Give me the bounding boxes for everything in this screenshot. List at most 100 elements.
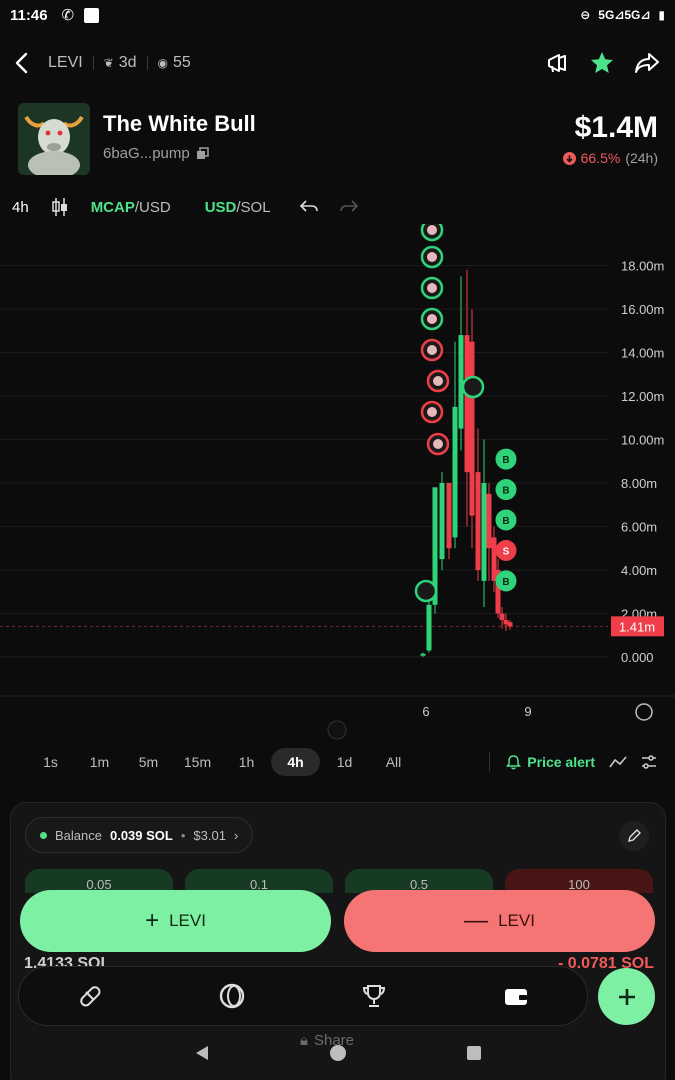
balance-pill[interactable]: Balance 0.039 SOL • $3.01 ›: [25, 817, 254, 853]
chart-settings-icon[interactable]: [635, 703, 653, 721]
bullet: •: [180, 827, 186, 843]
change-period: (24h): [625, 150, 658, 166]
eye-icon: ◉: [157, 56, 169, 70]
timeframe-4h[interactable]: 4h: [271, 748, 320, 776]
wallet-icon[interactable]: [502, 982, 530, 1010]
candle-body: [469, 341, 475, 516]
sprout-icon: ❦: [103, 56, 114, 70]
marker-label: B: [502, 577, 509, 588]
candle-body: [458, 335, 464, 429]
usd-active-label: USD: [204, 198, 237, 216]
candle-body: [464, 335, 470, 473]
interval-selector[interactable]: 4h: [12, 199, 29, 216]
trophy-icon[interactable]: [360, 982, 388, 1010]
sell-button[interactable]: — LEVI: [344, 890, 655, 952]
candle-body: [446, 483, 452, 549]
trade-avatar-marker[interactable]: [420, 224, 444, 242]
timeframe-1h[interactable]: 1h: [222, 748, 271, 776]
candle-body: [507, 622, 513, 627]
trade-avatar-marker[interactable]: [426, 432, 450, 456]
candle-body: [439, 483, 445, 560]
pill-icon[interactable]: [76, 982, 104, 1010]
balance-label: Balance: [55, 827, 102, 843]
share-icon[interactable]: [633, 50, 661, 76]
balance-dot: [40, 831, 47, 839]
candle-body: [475, 472, 481, 570]
y-tick-label: 16.00m: [621, 302, 664, 317]
battery-icon: ▮: [658, 8, 665, 22]
recents-square-icon[interactable]: [465, 1044, 483, 1062]
price-chart[interactable]: 18.00m 16.00m 14.00m 12.00m 10.00m 8.00m 6.00m…: [0, 224, 675, 744]
timeframe-15m[interactable]: 15m: [173, 748, 222, 776]
undo-icon[interactable]: [299, 198, 319, 216]
x-tick-label: 6: [422, 704, 429, 719]
chart-toolbar: 4h MCAP /USD USD /SOL: [0, 190, 675, 224]
buy-button[interactable]: + LEVI: [20, 890, 331, 952]
trade-avatar-marker[interactable]: [420, 307, 444, 331]
bell-icon: [506, 755, 522, 770]
mcap-label: MCAP: [90, 198, 135, 216]
minus-icon: —: [464, 907, 489, 934]
back-triangle-icon[interactable]: [193, 1044, 211, 1062]
change-percent: 66.5%: [580, 150, 621, 166]
trade-avatar-marker[interactable]: [420, 245, 444, 269]
plus-icon: [618, 988, 635, 1005]
timeframe-5m[interactable]: 5m: [124, 748, 173, 776]
dev-marker[interactable]: [414, 579, 438, 603]
marker-label: B: [502, 516, 509, 527]
copy-icon[interactable]: [196, 147, 209, 160]
edit-presets-button[interactable]: [619, 821, 649, 851]
ring-icon[interactable]: [218, 982, 246, 1010]
price-alert-label: Price alert: [527, 754, 595, 770]
candle-body: [420, 653, 426, 656]
create-button[interactable]: [598, 968, 655, 1025]
timeframe-bar: 1s 1m 5m 15m 1h 4h 1d All Price alert: [0, 746, 675, 778]
mcap-usd-toggle[interactable]: MCAP /USD: [91, 199, 171, 216]
status-bar: 11:46 ✆ ⊖ 5G⊿5G⊿ ▮: [0, 0, 675, 30]
usd-label: /USD: [134, 198, 171, 216]
trade-avatar-marker[interactable]: [420, 276, 444, 300]
clock: 11:46: [10, 6, 48, 24]
settings-sliders-icon[interactable]: [641, 754, 657, 770]
y-tick-label: 0.000: [621, 650, 654, 665]
candlestick-icon[interactable]: [49, 196, 71, 218]
redo-icon[interactable]: [339, 198, 359, 216]
timeframe-1s[interactable]: 1s: [26, 748, 75, 776]
trendline-icon[interactable]: [609, 755, 627, 769]
token-name: The White Bull: [103, 111, 256, 136]
home-circle-icon[interactable]: [329, 1044, 347, 1062]
dev-marker[interactable]: [461, 375, 485, 399]
sol-label: /SOL: [236, 198, 271, 216]
usd-sol-toggle[interactable]: USD /SOL: [205, 199, 271, 216]
down-arrow-icon: [562, 151, 576, 165]
chevron-right-icon: ›: [233, 827, 239, 843]
divider: [146, 56, 148, 70]
system-nav: [0, 1038, 675, 1068]
timeframe-all[interactable]: All: [369, 748, 418, 776]
timeframe-1d[interactable]: 1d: [320, 748, 369, 776]
edit-icon: [628, 829, 641, 842]
current-price-label: 1.41m: [619, 619, 655, 634]
y-tick-label: 4.00m: [621, 563, 657, 578]
divider: [92, 56, 94, 70]
y-tick-label: 18.00m: [621, 259, 664, 274]
trade-avatar-marker[interactable]: [420, 400, 444, 424]
star-icon[interactable]: [589, 50, 615, 76]
trade-avatar-marker[interactable]: [426, 369, 450, 393]
plus-icon: +: [145, 907, 160, 934]
token-address[interactable]: 6baG...pump: [103, 145, 209, 162]
timeframe-1m[interactable]: 1m: [75, 748, 124, 776]
missed-call-icon: ✆: [61, 7, 75, 24]
back-arrow-icon[interactable]: [14, 52, 30, 74]
expand-handle-icon[interactable]: [327, 720, 347, 740]
price-change: 66.5% (24h): [562, 150, 658, 166]
dnd-icon: ⊖: [580, 8, 591, 22]
divider: [489, 752, 491, 772]
token-price: $1.4M: [574, 111, 658, 144]
marker-label: S: [503, 546, 510, 557]
price-alert-button[interactable]: Price alert: [506, 754, 595, 770]
candle-body: [452, 406, 458, 538]
trade-avatar-marker[interactable]: [420, 338, 444, 362]
megaphone-icon[interactable]: [545, 50, 571, 76]
balance-sol: 0.039 SOL: [109, 827, 173, 843]
